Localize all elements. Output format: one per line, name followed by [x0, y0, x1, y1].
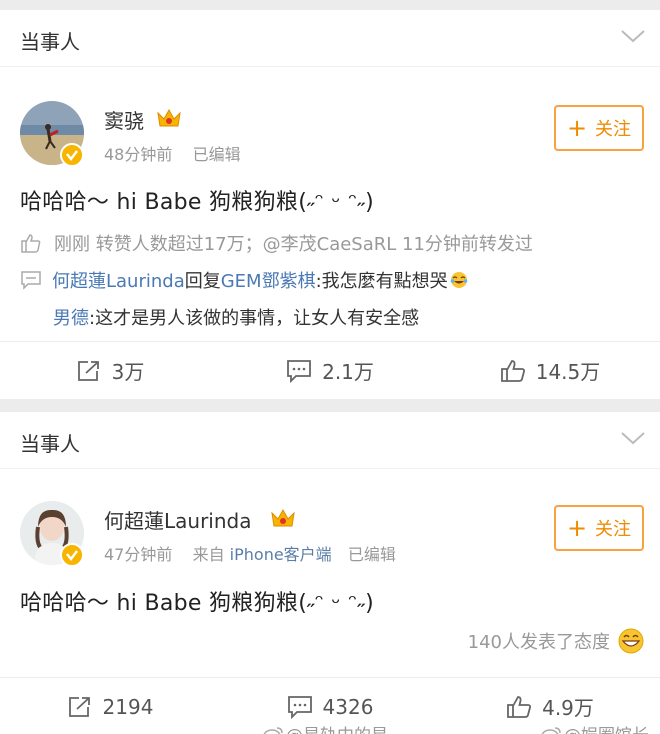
- comment-author[interactable]: 男德: [53, 304, 89, 330]
- crown-badge-icon: [157, 108, 181, 127]
- repost-count: 2194: [102, 694, 154, 719]
- section-title: 当事人: [20, 432, 80, 456]
- crown-badge-icon: [271, 508, 295, 527]
- follow-label: 关注: [595, 519, 632, 540]
- username[interactable]: 窦骁: [104, 105, 144, 134]
- reply-verb: 回复: [184, 271, 221, 292]
- source-link[interactable]: iPhone客户端: [230, 545, 332, 564]
- comment-count: 2.1万: [322, 360, 374, 384]
- reply-target[interactable]: GEM鄧紫棋: [221, 267, 316, 293]
- comment-icon: [21, 271, 41, 290]
- post-text: 哈哈哈～ hi Babe 狗粮狗粮(˶ᵔ ᵕ ᵔ˶): [20, 190, 375, 215]
- watermark-text: @娱圈馆长: [564, 721, 649, 734]
- watermark: @娱圈馆长: [540, 721, 649, 734]
- comment-button[interactable]: 2.1万: [220, 342, 440, 399]
- comment-author[interactable]: 何超蓮Laurinda: [52, 267, 185, 293]
- comment-count: 4326: [322, 694, 374, 719]
- post-meta: 48分钟前 已编辑: [104, 141, 241, 165]
- laugh-cry-emoji-icon: [450, 272, 467, 288]
- reaction-summary[interactable]: 140人发表了态度: [468, 628, 644, 654]
- grin-emoji-icon: [618, 628, 644, 654]
- post-text: 哈哈哈～ hi Babe 狗粮狗粮(˶ᵔ ᵕ ᵔ˶): [20, 591, 375, 616]
- comment-text: :我怎麼有點想哭: [315, 271, 448, 292]
- repost-button[interactable]: 2194: [0, 678, 220, 734]
- section-title: 当事人: [20, 30, 80, 54]
- follow-label: 关注: [595, 119, 632, 140]
- follow-button[interactable]: + 关注: [554, 505, 644, 551]
- plus-icon: +: [566, 114, 588, 142]
- section-header: 当事人: [0, 412, 660, 469]
- post-card-2: 当事人 何超蓮Laurinda 47分钟前 来自 iPhone客户端 已编辑 +…: [0, 412, 660, 734]
- chevron-down-icon[interactable]: [620, 26, 646, 46]
- like-count: 14.5万: [535, 360, 601, 384]
- repost-icon: [77, 360, 99, 381]
- comment-text: :这才是男人该做的事情，让女人有安全感: [89, 308, 420, 329]
- repost-button[interactable]: 3万: [0, 342, 220, 399]
- like-button[interactable]: 14.5万: [440, 342, 660, 399]
- thumbs-up-icon: [500, 359, 525, 382]
- post-time: 48分钟前: [104, 145, 173, 164]
- watermark-text: @星轨中的星: [286, 721, 388, 734]
- card-gap: [0, 399, 660, 412]
- follow-button[interactable]: + 关注: [554, 105, 644, 151]
- chevron-down-icon[interactable]: [620, 428, 646, 448]
- thumbs-up-icon: [21, 234, 41, 253]
- reaction-text: 140人发表了态度: [467, 632, 610, 653]
- edited-label: 已编辑: [347, 545, 396, 564]
- source-prefix: 来自: [192, 545, 225, 564]
- verified-badge-icon: [60, 543, 84, 567]
- edited-label: 已编辑: [192, 145, 241, 164]
- username[interactable]: 何超蓮Laurinda: [104, 505, 251, 534]
- thumbs-up-icon: [507, 695, 532, 718]
- post-card-1: 当事人 窦骁 48分钟前 已编辑 + 关注 哈哈哈～ hi Babe 狗粮狗粮(…: [0, 10, 660, 399]
- comment-item: 男德 :这才是男人该做的事情，让女人有安全感: [53, 304, 419, 330]
- post-time: 47分钟前: [104, 545, 173, 564]
- weibo-logo-icon: [541, 726, 561, 734]
- repost-count: 3万: [111, 360, 145, 384]
- comment-icon: [287, 695, 312, 719]
- top-gap: [0, 0, 660, 10]
- repost-icon: [68, 696, 90, 717]
- action-bar: 3万 2.1万 14.5万: [0, 341, 660, 399]
- comment-item: 何超蓮Laurinda 回复 GEM鄧紫棋 :我怎麼有點想哭: [20, 267, 468, 293]
- weibo-logo-icon: [263, 726, 283, 734]
- comment-icon: [287, 359, 311, 383]
- repost-info-text: 刚刚 转赞人数超过17万；@李茂CaeSaRL 11分钟前转发过: [54, 234, 533, 255]
- verified-badge-icon: [60, 143, 84, 167]
- like-count: 4.9万: [542, 696, 594, 720]
- post-meta: 47分钟前 来自 iPhone客户端 已编辑: [104, 541, 396, 565]
- plus-icon: +: [566, 514, 588, 542]
- repost-info-line: 刚刚 转赞人数超过17万；@李茂CaeSaRL 11分钟前转发过: [20, 230, 533, 256]
- section-header: 当事人: [0, 10, 660, 67]
- watermark: @星轨中的星: [262, 721, 388, 734]
